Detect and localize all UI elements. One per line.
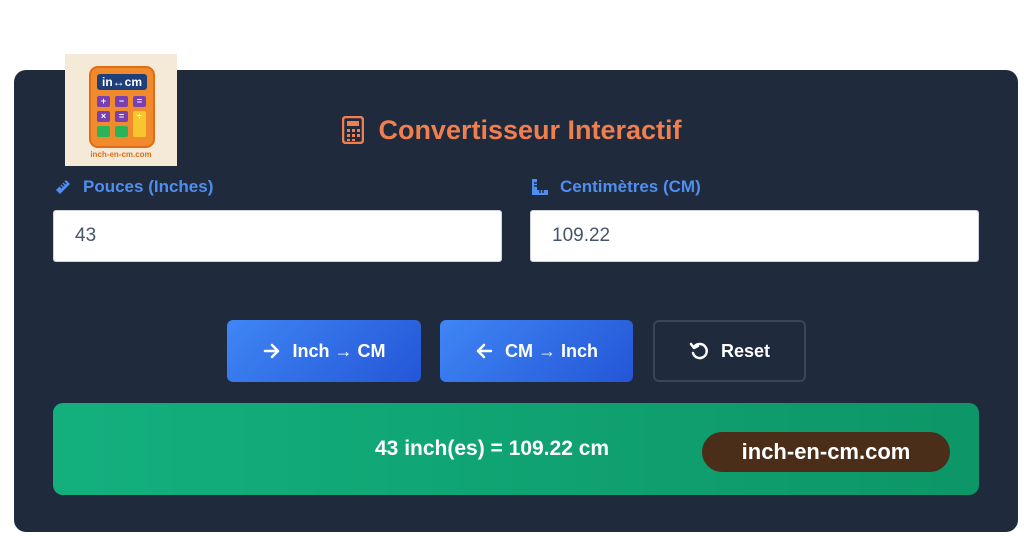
cm-to-inch-button[interactable]: CM → Inch <box>440 320 633 382</box>
inch-to-cm-label: Inch → CM <box>292 340 386 361</box>
calculator-logo-icon: in↔cm + − = × = ÷ <box>89 66 155 148</box>
logo-key <box>97 126 110 137</box>
centimeters-label: Centimètres (CM) <box>530 176 701 198</box>
logo-key: ÷ <box>133 111 146 137</box>
inches-label: Pouces (Inches) <box>53 176 213 198</box>
logo-key: + <box>97 96 110 107</box>
site-watermark: inch-en-cm.com <box>702 432 950 472</box>
reset-button[interactable]: Reset <box>653 320 806 382</box>
reset-label: Reset <box>720 340 771 361</box>
arrow-right-icon <box>263 343 279 359</box>
undo-icon <box>689 342 708 360</box>
ruler-combined-icon <box>532 179 548 195</box>
centimeters-input[interactable]: 109.22 <box>530 210 979 262</box>
cm-to-inch-label: CM → Inch <box>505 340 598 361</box>
logo-key: = <box>133 96 146 107</box>
converter-title-text: Convertisseur Interactif <box>378 114 682 145</box>
site-logo[interactable]: in↔cm + − = × = ÷ inch-en-cm.com <box>65 54 177 166</box>
inch-to-cm-button[interactable]: Inch → CM <box>227 320 421 382</box>
arrow-left-icon <box>476 343 493 359</box>
logo-site-text: inch-en-cm.com <box>90 150 152 159</box>
result-text: 43 inch(es) = 109.22 cm <box>375 437 610 460</box>
logo-key: = <box>115 111 128 122</box>
logo-key <box>115 126 128 137</box>
logo-screen: in↔cm <box>97 74 147 90</box>
ruler-icon <box>56 180 70 194</box>
inches-input[interactable]: 43 <box>53 210 502 262</box>
calculator-icon <box>342 116 365 144</box>
logo-key: − <box>115 96 128 107</box>
logo-key: × <box>97 111 110 122</box>
centimeters-label-text: Centimètres (CM) <box>560 177 701 196</box>
inches-label-text: Pouces (Inches) <box>83 177 214 196</box>
